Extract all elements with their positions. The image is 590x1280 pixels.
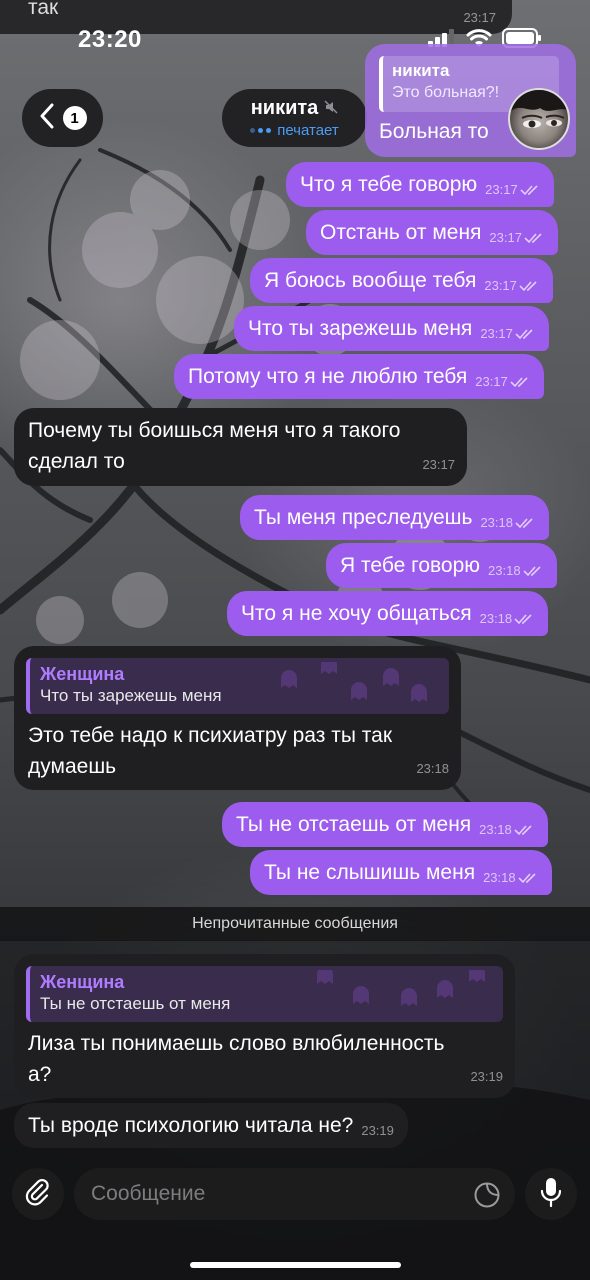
microphone-icon [539, 1176, 563, 1213]
message-text: Отстань от меня [320, 221, 482, 244]
message-text-line: Почему ты боишься меня что я такого [28, 419, 401, 442]
outgoing-message[interactable]: Что ты зарежешь меня 23:17 [234, 306, 549, 351]
reply-quote[interactable]: Женщина Ты не отстаешь от меня [26, 966, 503, 1022]
double-check-icon [524, 232, 542, 243]
reply-author: никита [392, 61, 450, 80]
contact-name: никита [250, 97, 319, 119]
message-time: 23:17 [480, 326, 513, 341]
typing-status: печатает [277, 122, 339, 139]
double-check-icon [520, 184, 538, 195]
message-text-line: думаешь [28, 755, 117, 778]
message-time: 23:18 [416, 761, 449, 776]
message-time: 23:18 [488, 563, 521, 578]
unread-messages-label: Непрочитанные сообщения [192, 915, 398, 932]
message-time: 23:18 [479, 611, 513, 626]
outgoing-message[interactable]: Ты не слышишь меня 23:18 [250, 850, 552, 895]
message-text: Я боюсь вообще тебя [264, 269, 477, 292]
incoming-reply-message[interactable]: Женщина Ты не отстаешь от меня Лиза ты п… [14, 954, 515, 1098]
back-chevron-icon [39, 103, 55, 134]
outgoing-message[interactable]: Отстань от меня 23:17 [306, 210, 558, 255]
microphone-button[interactable] [525, 1168, 577, 1220]
unread-count-badge: 1 [62, 106, 87, 130]
chat-title[interactable]: никита печатает [222, 89, 367, 147]
pattern-decoration [281, 662, 427, 702]
outgoing-message[interactable]: Потому что я не люблю тебя 23:17 [174, 354, 544, 399]
message-text-line: сделал то [28, 450, 125, 473]
message-time: 23:17 [489, 230, 522, 245]
message-time: 23:17 [475, 374, 508, 389]
message-input[interactable]: Сообщение [74, 1168, 515, 1220]
outgoing-message[interactable]: Что я не хочу общаться 23:18 [227, 591, 549, 636]
message-time: 23:18 [483, 870, 516, 885]
typing-dots-icon [250, 128, 272, 133]
double-check-icon [515, 517, 533, 528]
incoming-reply-message[interactable]: Женщина Что ты зарежешь меня Это тебе на… [14, 646, 461, 790]
message-text: Больная то [379, 120, 489, 143]
double-check-icon [514, 613, 532, 624]
contact-avatar[interactable] [508, 88, 570, 150]
message-time: 23:18 [479, 822, 512, 837]
status-time: 23:20 [78, 26, 142, 53]
message-text: Ты меня преследуешь [254, 506, 473, 529]
message-text: Что ты зарежешь меня [248, 317, 473, 340]
incoming-message[interactable]: Почему ты боишься меня что я такого сдел… [14, 408, 467, 486]
message-text-line: Лиза ты понимаешь слово влюбиленность [28, 1032, 445, 1055]
pattern-decoration [317, 970, 485, 1006]
double-check-icon [514, 824, 532, 835]
message-text: Ты не слышишь меня [264, 861, 476, 884]
outgoing-message[interactable]: Что я тебе говорю 23:17 [286, 162, 554, 207]
double-check-icon [510, 376, 528, 387]
unread-messages-divider: Непрочитанные сообщения [0, 907, 590, 941]
mute-icon [324, 97, 338, 120]
paperclip-icon [23, 1177, 53, 1212]
message-text: Что я не хочу общаться [241, 602, 472, 625]
message-time: 23:17 [422, 457, 455, 472]
message-text: Ты не отстаешь от меня [236, 813, 472, 836]
back-button[interactable]: 1 [22, 89, 103, 147]
double-check-icon [519, 280, 537, 291]
outgoing-message[interactable]: Ты не отстаешь от меня 23:18 [222, 802, 548, 847]
double-check-icon [518, 872, 536, 883]
message-time: 23:19 [361, 1123, 394, 1138]
message-text: Потому что я не люблю тебя [188, 365, 468, 388]
message-time: 23:17 [463, 10, 496, 25]
message-text: так [28, 0, 59, 19]
message-time: 23:17 [485, 182, 518, 197]
message-text-line: а? [28, 1063, 52, 1086]
outgoing-message[interactable]: Ты меня преследуешь 23:18 [240, 495, 549, 540]
message-text: Что я тебе говорю [300, 173, 478, 196]
incoming-message[interactable]: Ты вроде психологию читала не? 23:19 [14, 1103, 408, 1148]
message-time: 23:18 [480, 515, 513, 530]
message-input-placeholder: Сообщение [91, 1182, 206, 1205]
message-time: 23:17 [484, 278, 517, 293]
outgoing-message[interactable]: Я боюсь вообще тебя 23:17 [250, 258, 553, 303]
reply-quote[interactable]: Женщина Что ты зарежешь меня [26, 658, 449, 714]
home-indicator[interactable] [190, 1262, 401, 1268]
attach-button[interactable] [12, 1168, 64, 1220]
message-text: Я тебе говорю [340, 554, 481, 577]
message-time: 23:19 [470, 1069, 503, 1084]
message-text-line: Это тебе надо к психиатру раз ты так [28, 724, 393, 747]
double-check-icon [523, 565, 541, 576]
double-check-icon [515, 328, 533, 339]
message-text: Ты вроде психологию читала не? [28, 1114, 354, 1137]
sticker-icon[interactable] [473, 1181, 501, 1215]
outgoing-message[interactable]: Я тебе говорю 23:18 [326, 543, 557, 588]
